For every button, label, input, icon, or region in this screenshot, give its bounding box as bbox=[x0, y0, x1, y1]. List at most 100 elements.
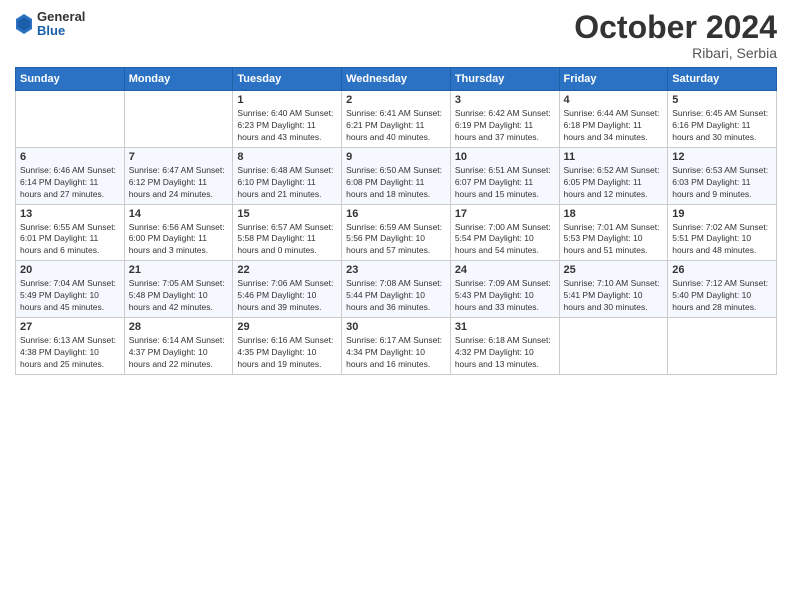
day-number: 8 bbox=[237, 151, 337, 163]
day-info: Sunrise: 6:16 AM Sunset: 4:35 PM Dayligh… bbox=[237, 335, 337, 371]
calendar-week-1: 6Sunrise: 6:46 AM Sunset: 6:14 PM Daylig… bbox=[16, 147, 777, 204]
day-number: 12 bbox=[672, 151, 772, 163]
day-info: Sunrise: 6:56 AM Sunset: 6:00 PM Dayligh… bbox=[129, 222, 229, 258]
day-info: Sunrise: 6:53 AM Sunset: 6:03 PM Dayligh… bbox=[672, 165, 772, 201]
col-tuesday: Tuesday bbox=[233, 68, 342, 91]
day-info: Sunrise: 7:02 AM Sunset: 5:51 PM Dayligh… bbox=[672, 222, 772, 258]
calendar-cell: 9 Sunrise: 6:50 AM Sunset: 6:08 PM Daylig… bbox=[342, 147, 451, 204]
calendar-cell bbox=[124, 91, 233, 148]
day-info: Sunrise: 6:51 AM Sunset: 6:07 PM Dayligh… bbox=[455, 165, 555, 201]
day-info: Sunrise: 6:50 AM Sunset: 6:08 PM Dayligh… bbox=[346, 165, 446, 201]
calendar-cell: 22Sunrise: 7:06 AM Sunset: 5:46 PM Dayli… bbox=[233, 261, 342, 318]
day-number: 18 bbox=[564, 208, 664, 220]
day-info: Sunrise: 6:14 AM Sunset: 4:37 PM Dayligh… bbox=[129, 335, 229, 371]
day-info: Sunrise: 7:05 AM Sunset: 5:48 PM Dayligh… bbox=[129, 278, 229, 314]
day-info: Sunrise: 6:45 AM Sunset: 6:16 PM Dayligh… bbox=[672, 108, 772, 144]
day-number: 5 bbox=[672, 94, 772, 106]
calendar-week-3: 20Sunrise: 7:04 AM Sunset: 5:49 PM Dayli… bbox=[16, 261, 777, 318]
calendar-cell bbox=[668, 317, 777, 374]
day-info: Sunrise: 6:55 AM Sunset: 6:01 PM Dayligh… bbox=[20, 222, 120, 258]
calendar-cell: 13 Sunrise: 6:55 AM Sunset: 6:01 PM Dayli… bbox=[16, 204, 125, 261]
day-number: 26 bbox=[672, 264, 772, 276]
calendar-cell: 11Sunrise: 6:52 AM Sunset: 6:05 PM Dayli… bbox=[559, 147, 668, 204]
calendar-cell: 18 Sunrise: 7:01 AM Sunset: 5:53 PM Dayli… bbox=[559, 204, 668, 261]
day-number: 3 bbox=[455, 94, 555, 106]
day-number: 17 bbox=[455, 208, 555, 220]
day-info: Sunrise: 6:13 AM Sunset: 4:38 PM Dayligh… bbox=[20, 335, 120, 371]
day-number: 30 bbox=[346, 321, 446, 333]
day-number: 25 bbox=[564, 264, 664, 276]
calendar-week-0: 1 Sunrise: 6:40 AM Sunset: 6:23 PM Daylig… bbox=[16, 91, 777, 148]
calendar-cell: 12 Sunrise: 6:53 AM Sunset: 6:03 PM Dayli… bbox=[668, 147, 777, 204]
day-info: Sunrise: 6:40 AM Sunset: 6:23 PM Dayligh… bbox=[237, 108, 337, 144]
calendar-cell: 30 Sunrise: 6:17 AM Sunset: 4:34 PM Dayli… bbox=[342, 317, 451, 374]
day-number: 24 bbox=[455, 264, 555, 276]
page: General Blue October 2024 Ribari, Serbia… bbox=[0, 0, 792, 612]
day-info: Sunrise: 7:12 AM Sunset: 5:40 PM Dayligh… bbox=[672, 278, 772, 314]
calendar-cell: 1 Sunrise: 6:40 AM Sunset: 6:23 PM Daylig… bbox=[233, 91, 342, 148]
logo-text: General Blue bbox=[37, 10, 85, 39]
day-info: Sunrise: 6:44 AM Sunset: 6:18 PM Dayligh… bbox=[564, 108, 664, 144]
calendar-cell: 7 Sunrise: 6:47 AM Sunset: 6:12 PM Daylig… bbox=[124, 147, 233, 204]
calendar-cell: 2Sunrise: 6:41 AM Sunset: 6:21 PM Daylig… bbox=[342, 91, 451, 148]
title-block: October 2024 Ribari, Serbia bbox=[574, 10, 777, 61]
day-number: 4 bbox=[564, 94, 664, 106]
day-info: Sunrise: 6:59 AM Sunset: 5:56 PM Dayligh… bbox=[346, 222, 446, 258]
col-saturday: Saturday bbox=[668, 68, 777, 91]
calendar-cell: 20Sunrise: 7:04 AM Sunset: 5:49 PM Dayli… bbox=[16, 261, 125, 318]
col-monday: Monday bbox=[124, 68, 233, 91]
day-info: Sunrise: 7:09 AM Sunset: 5:43 PM Dayligh… bbox=[455, 278, 555, 314]
day-info: Sunrise: 7:01 AM Sunset: 5:53 PM Dayligh… bbox=[564, 222, 664, 258]
day-info: Sunrise: 6:57 AM Sunset: 5:58 PM Dayligh… bbox=[237, 222, 337, 258]
day-number: 2 bbox=[346, 94, 446, 106]
calendar-cell: 26 Sunrise: 7:12 AM Sunset: 5:40 PM Dayli… bbox=[668, 261, 777, 318]
day-info: Sunrise: 6:52 AM Sunset: 6:05 PM Dayligh… bbox=[564, 165, 664, 201]
calendar-week-2: 13 Sunrise: 6:55 AM Sunset: 6:01 PM Dayli… bbox=[16, 204, 777, 261]
day-number: 21 bbox=[129, 264, 229, 276]
title-month: October 2024 bbox=[574, 10, 777, 45]
calendar-cell: 28 Sunrise: 6:14 AM Sunset: 4:37 PM Dayli… bbox=[124, 317, 233, 374]
calendar-cell: 24 Sunrise: 7:09 AM Sunset: 5:43 PM Dayli… bbox=[450, 261, 559, 318]
calendar-cell: 14Sunrise: 6:56 AM Sunset: 6:00 PM Dayli… bbox=[124, 204, 233, 261]
calendar-cell: 6Sunrise: 6:46 AM Sunset: 6:14 PM Daylig… bbox=[16, 147, 125, 204]
day-number: 28 bbox=[129, 321, 229, 333]
calendar-cell: 17Sunrise: 7:00 AM Sunset: 5:54 PM Dayli… bbox=[450, 204, 559, 261]
calendar-cell: 31 Sunrise: 6:18 AM Sunset: 4:32 PM Dayli… bbox=[450, 317, 559, 374]
calendar-cell: 10Sunrise: 6:51 AM Sunset: 6:07 PM Dayli… bbox=[450, 147, 559, 204]
calendar-cell: 8Sunrise: 6:48 AM Sunset: 6:10 PM Daylig… bbox=[233, 147, 342, 204]
day-number: 1 bbox=[237, 94, 337, 106]
col-thursday: Thursday bbox=[450, 68, 559, 91]
day-info: Sunrise: 6:18 AM Sunset: 4:32 PM Dayligh… bbox=[455, 335, 555, 371]
col-friday: Friday bbox=[559, 68, 668, 91]
day-info: Sunrise: 6:42 AM Sunset: 6:19 PM Dayligh… bbox=[455, 108, 555, 144]
day-number: 9 bbox=[346, 151, 446, 163]
header: General Blue October 2024 Ribari, Serbia bbox=[15, 10, 777, 61]
col-sunday: Sunday bbox=[16, 68, 125, 91]
calendar-cell: 21 Sunrise: 7:05 AM Sunset: 5:48 PM Dayli… bbox=[124, 261, 233, 318]
logo-blue: Blue bbox=[37, 24, 85, 38]
day-number: 13 bbox=[20, 208, 120, 220]
col-wednesday: Wednesday bbox=[342, 68, 451, 91]
calendar-week-4: 27 Sunrise: 6:13 AM Sunset: 4:38 PM Dayli… bbox=[16, 317, 777, 374]
day-number: 27 bbox=[20, 321, 120, 333]
calendar-cell bbox=[559, 317, 668, 374]
calendar-cell: 16 Sunrise: 6:59 AM Sunset: 5:56 PM Dayli… bbox=[342, 204, 451, 261]
day-number: 19 bbox=[672, 208, 772, 220]
calendar-cell: 27 Sunrise: 6:13 AM Sunset: 4:38 PM Dayli… bbox=[16, 317, 125, 374]
calendar-cell: 15Sunrise: 6:57 AM Sunset: 5:58 PM Dayli… bbox=[233, 204, 342, 261]
day-number: 7 bbox=[129, 151, 229, 163]
day-info: Sunrise: 7:08 AM Sunset: 5:44 PM Dayligh… bbox=[346, 278, 446, 314]
day-number: 31 bbox=[455, 321, 555, 333]
day-info: Sunrise: 6:47 AM Sunset: 6:12 PM Dayligh… bbox=[129, 165, 229, 201]
calendar-header-row: Sunday Monday Tuesday Wednesday Thursday… bbox=[16, 68, 777, 91]
day-number: 16 bbox=[346, 208, 446, 220]
day-info: Sunrise: 6:17 AM Sunset: 4:34 PM Dayligh… bbox=[346, 335, 446, 371]
day-number: 23 bbox=[346, 264, 446, 276]
calendar-cell: 25Sunrise: 7:10 AM Sunset: 5:41 PM Dayli… bbox=[559, 261, 668, 318]
calendar-cell: 23 Sunrise: 7:08 AM Sunset: 5:44 PM Dayli… bbox=[342, 261, 451, 318]
calendar-table: Sunday Monday Tuesday Wednesday Thursday… bbox=[15, 67, 777, 374]
day-number: 20 bbox=[20, 264, 120, 276]
calendar-cell: 29Sunrise: 6:16 AM Sunset: 4:35 PM Dayli… bbox=[233, 317, 342, 374]
calendar-cell: 5 Sunrise: 6:45 AM Sunset: 6:16 PM Daylig… bbox=[668, 91, 777, 148]
title-location: Ribari, Serbia bbox=[574, 45, 777, 61]
